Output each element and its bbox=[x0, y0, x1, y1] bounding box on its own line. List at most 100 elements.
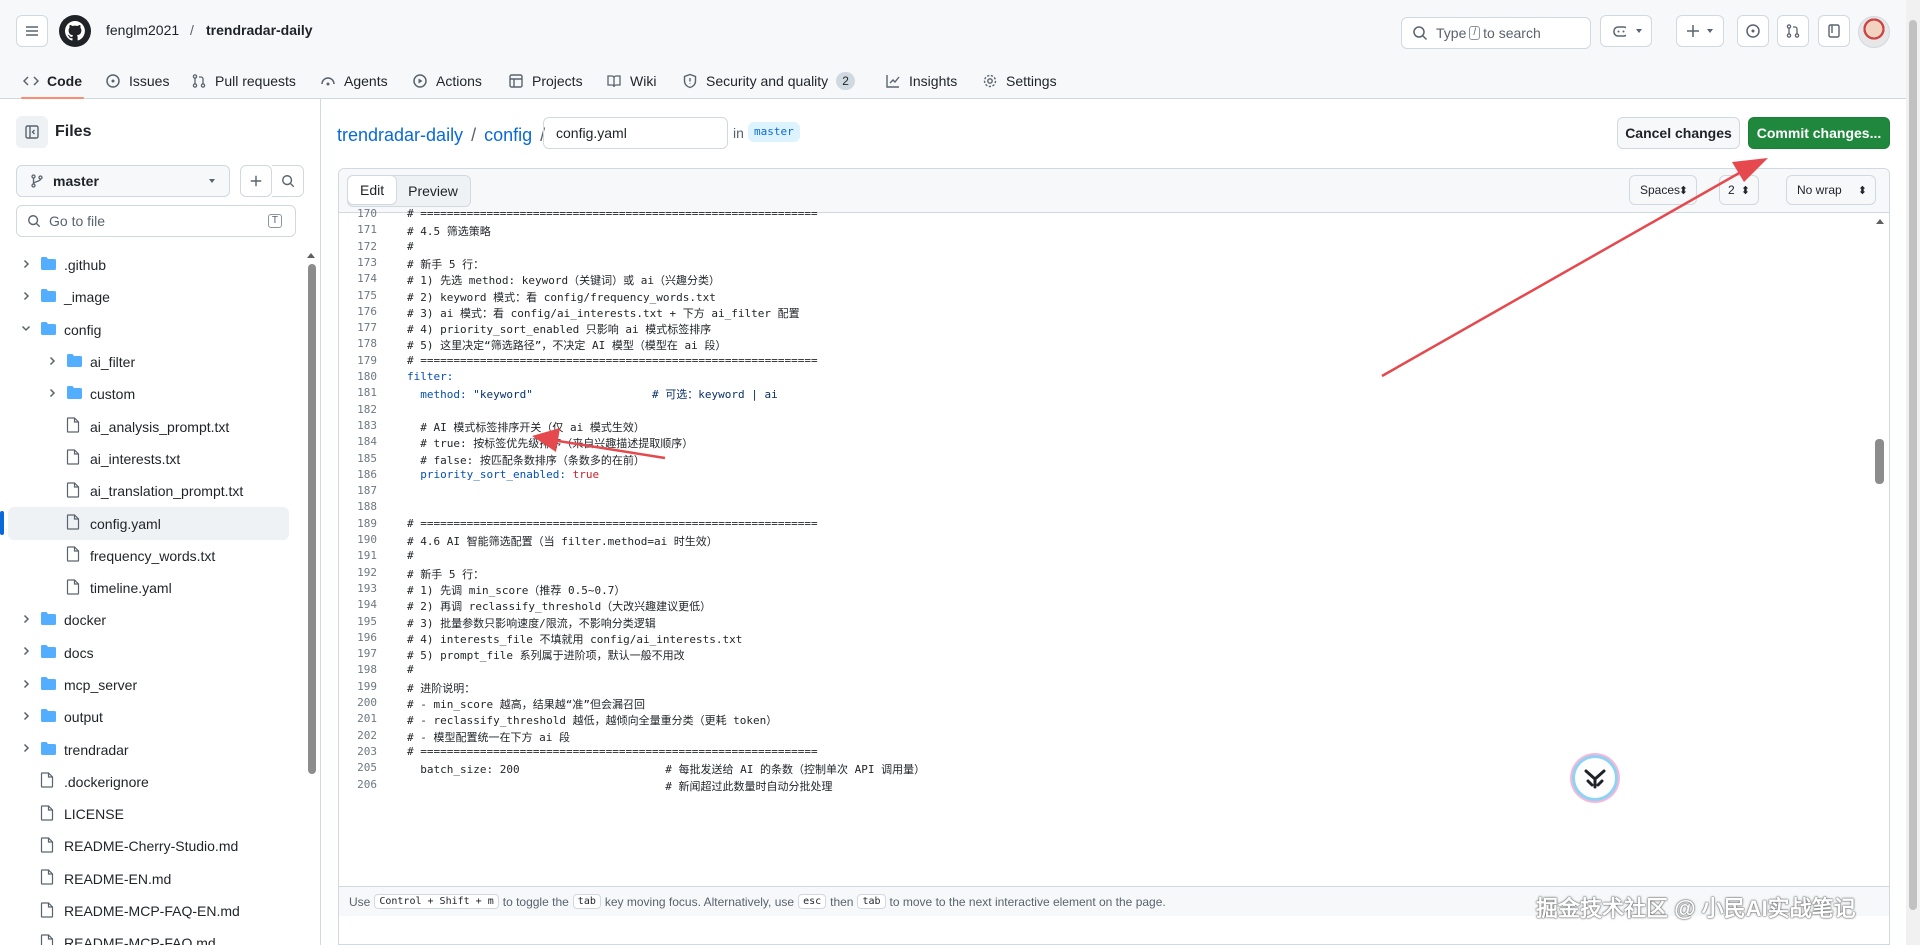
tree-folder[interactable]: docker bbox=[0, 604, 305, 636]
indent-size-select[interactable]: 2 bbox=[1719, 175, 1759, 205]
tree-folder[interactable]: ai_filter bbox=[0, 346, 305, 378]
line-number: 182 bbox=[357, 402, 377, 416]
editor-scrollbar-thumb[interactable] bbox=[1875, 439, 1884, 484]
tab-issues[interactable]: Issues bbox=[105, 62, 169, 99]
tab-security-and-quality[interactable]: Security and quality 2 bbox=[682, 62, 855, 99]
tree-folder[interactable]: mcp_server bbox=[0, 669, 305, 701]
go-to-file-input[interactable]: Go to file T bbox=[16, 205, 296, 237]
copilot-menu-button[interactable] bbox=[1626, 15, 1652, 47]
tree-file[interactable]: ai_analysis_prompt.txt bbox=[0, 410, 305, 442]
tree-folder[interactable]: _image bbox=[0, 281, 305, 313]
chevron-right-icon[interactable] bbox=[20, 290, 32, 305]
search-files-button[interactable] bbox=[272, 165, 304, 197]
chevron-right-icon[interactable] bbox=[20, 613, 32, 628]
chevron-right-icon[interactable] bbox=[46, 387, 58, 402]
tree-item-label: docs bbox=[64, 644, 94, 661]
chevron-right-icon[interactable] bbox=[20, 645, 32, 660]
chevron-right-icon[interactable] bbox=[20, 710, 32, 725]
code-area[interactable]: 170 # ===================================… bbox=[339, 207, 1889, 903]
tree-folder[interactable]: .github bbox=[0, 249, 305, 281]
chevron-right-icon[interactable] bbox=[20, 258, 32, 273]
file-icon bbox=[40, 805, 54, 824]
tree-item-label: mcp_server bbox=[64, 677, 138, 693]
filename-input[interactable]: config.yaml bbox=[543, 117, 728, 149]
tree-folder[interactable]: docs bbox=[0, 637, 305, 669]
file-icon bbox=[40, 901, 54, 921]
commit-changes-button[interactable]: Commit changes... bbox=[1748, 117, 1890, 149]
tab-settings[interactable]: Settings bbox=[982, 62, 1057, 99]
sidebar-scrollbar-thumb[interactable] bbox=[308, 264, 316, 774]
tab-edit[interactable]: Edit bbox=[347, 175, 398, 205]
tree-item-label: config.yaml bbox=[90, 515, 161, 532]
code-line: # 新闻超过此数量时自动分批处理 bbox=[407, 779, 833, 793]
tree-file[interactable]: README-MCP-FAQ.md bbox=[0, 927, 305, 945]
code-line: # true: 按标签优先级排序（来自兴趣描述提取顺序） bbox=[407, 437, 694, 451]
github-logo-icon[interactable] bbox=[59, 15, 91, 47]
line-number: 197 bbox=[357, 647, 377, 661]
tree-folder[interactable]: custom bbox=[0, 378, 305, 410]
tree-folder[interactable]: trendradar bbox=[0, 733, 305, 765]
collapse-sidebar-button[interactable] bbox=[16, 116, 48, 148]
tree-file[interactable]: .dockerignore bbox=[0, 766, 305, 798]
tree-folder[interactable]: config bbox=[0, 314, 305, 346]
ai-assistant-button[interactable] bbox=[1572, 755, 1618, 801]
code-line: # 进阶说明： bbox=[407, 681, 476, 695]
tree-file[interactable]: frequency_words.txt bbox=[0, 540, 305, 572]
issues-button[interactable] bbox=[1737, 15, 1769, 47]
page-scrollbar-thumb[interactable] bbox=[1909, 20, 1917, 910]
breadcrumb-dir-link[interactable]: config bbox=[484, 125, 532, 146]
menu-button[interactable] bbox=[16, 15, 48, 47]
tree-file[interactable]: ai_translation_prompt.txt bbox=[0, 475, 305, 507]
global-search-input[interactable]: Type / to search bbox=[1401, 17, 1591, 49]
git-branch-icon bbox=[31, 174, 43, 188]
code-line: # 4.6 AI 智能筛选配置（当 filter.method=ai 时生效） bbox=[407, 535, 718, 548]
code-line: # 新手 5 行： bbox=[407, 567, 485, 581]
tab-agents[interactable]: Agents bbox=[320, 62, 388, 99]
add-file-button[interactable] bbox=[240, 165, 272, 197]
line-number: 205 bbox=[357, 761, 377, 775]
pull-requests-button[interactable] bbox=[1777, 15, 1809, 47]
line-number: 194 bbox=[357, 598, 377, 612]
tab-code[interactable]: Code bbox=[21, 62, 84, 99]
branch-selector-button[interactable]: master bbox=[16, 165, 230, 197]
code-line: priority_sort_enabled: true bbox=[420, 467, 600, 481]
indent-mode-select[interactable]: Spaces bbox=[1629, 175, 1697, 205]
page-scrollbar[interactable] bbox=[1906, 0, 1920, 945]
code-line: # bbox=[407, 549, 414, 563]
cancel-changes-button[interactable]: Cancel changes bbox=[1617, 117, 1740, 149]
folder-open-icon bbox=[40, 321, 57, 339]
tree-file[interactable]: README-MCP-FAQ-EN.md bbox=[0, 895, 305, 927]
tab-actions[interactable]: Actions bbox=[412, 62, 482, 99]
repo-link[interactable]: trendradar-daily bbox=[206, 22, 313, 38]
tab-insights[interactable]: Insights bbox=[885, 62, 957, 99]
in-label: in bbox=[733, 125, 744, 141]
tab-projects[interactable]: Projects bbox=[508, 62, 583, 99]
chevron-right-icon[interactable] bbox=[20, 678, 32, 693]
tree-item-label: ai_analysis_prompt.txt bbox=[90, 418, 230, 435]
owner-link[interactable]: fenglm2021 bbox=[106, 22, 179, 38]
user-avatar[interactable] bbox=[1858, 16, 1890, 48]
code-line: # - min_score 越高，结果越“准”但会漏召回 bbox=[407, 698, 645, 711]
tab-label: Agents bbox=[344, 72, 388, 89]
line-number: 198 bbox=[357, 663, 377, 677]
tree-file[interactable]: README-EN.md bbox=[0, 863, 305, 895]
tree-file[interactable]: timeline.yaml bbox=[0, 572, 305, 604]
watermark-text: 掘金技术社区 @ 小民AI实战笔记 bbox=[1536, 896, 1856, 921]
tree-file[interactable]: README-Cherry-Studio.md bbox=[0, 830, 305, 862]
create-new-button[interactable] bbox=[1676, 15, 1724, 47]
tab-preview[interactable]: Preview bbox=[396, 176, 470, 206]
tab-wiki[interactable]: Wiki bbox=[606, 62, 656, 99]
wrap-mode-select[interactable]: No wrap bbox=[1786, 175, 1876, 205]
tree-folder[interactable]: output bbox=[0, 701, 305, 733]
tree-file[interactable]: LICENSE bbox=[0, 798, 305, 830]
breadcrumb-repo-link[interactable]: trendradar-daily bbox=[337, 125, 463, 146]
chevron-right-icon[interactable] bbox=[46, 355, 58, 370]
folder-icon bbox=[40, 708, 57, 726]
editor-scroll-up-icon[interactable] bbox=[1875, 217, 1885, 225]
chevron-right-icon[interactable] bbox=[20, 742, 32, 757]
tab-pull-requests[interactable]: Pull requests bbox=[191, 62, 296, 99]
chevron-down-icon[interactable] bbox=[20, 322, 32, 337]
tree-file[interactable]: config.yaml bbox=[0, 507, 289, 540]
tree-file[interactable]: ai_interests.txt bbox=[0, 443, 305, 475]
inbox-button[interactable] bbox=[1818, 15, 1850, 47]
